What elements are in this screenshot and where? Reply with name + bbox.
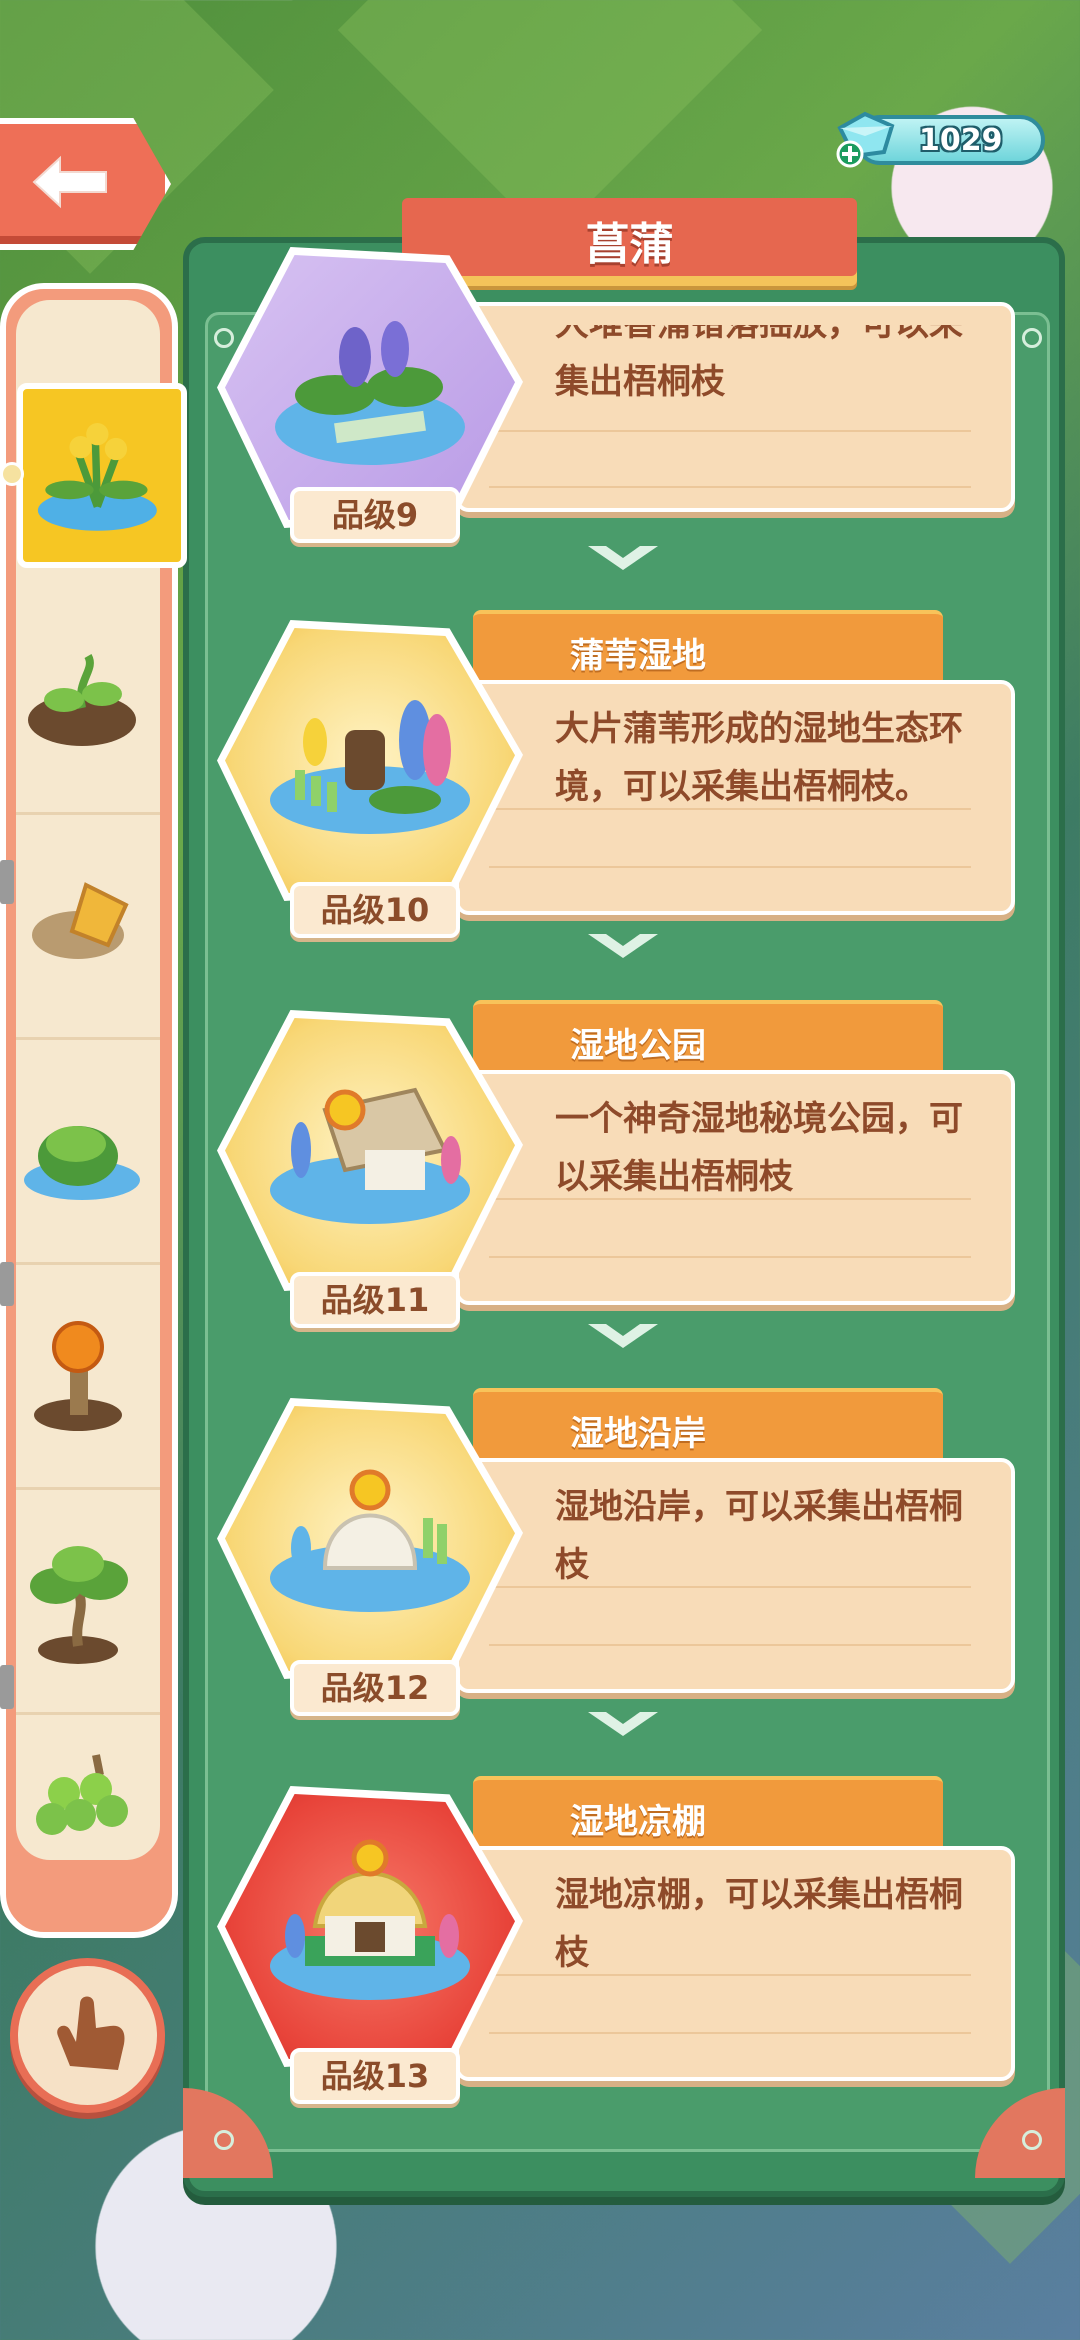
hand-pointer-icon [57, 1996, 125, 2070]
wetland-shore-scene [270, 1469, 470, 1612]
entry-grade: 品级13 [290, 2048, 460, 2104]
fruit-stump-icon [34, 1321, 122, 1431]
sidebar-item-grass-pond[interactable] [16, 1040, 160, 1265]
entry-grade: 品级10 [290, 882, 460, 938]
entry-name: 湿地公园 [570, 1026, 706, 1066]
entry-name: 湿地沿岸 [570, 1414, 706, 1454]
gem-count: 1029 [919, 123, 1003, 158]
entry-name: 蒲苇湿地 [570, 636, 706, 676]
sidebar-notch [0, 1665, 14, 1709]
entry-description: 大片蒲苇形成的湿地生态环境，可以采集出梧桐枝。 [555, 709, 963, 807]
entry-name: 湿地凉棚 [570, 1802, 706, 1842]
sidebar-item-grapes[interactable] [16, 1715, 160, 1860]
entry-name-tab: 湿地公园 [473, 1000, 943, 1078]
gem-icon[interactable] [830, 108, 900, 170]
tap-hint-button[interactable] [10, 1958, 165, 2113]
divider-line [489, 430, 971, 432]
chevron-down-icon [588, 1712, 658, 1736]
grass-pond-icon [24, 1126, 140, 1200]
divider-line [489, 486, 971, 488]
sidebar-notch [0, 1262, 14, 1306]
chevron-down-icon [588, 546, 658, 570]
entry-description: 湿地沿岸，可以采集出梧桐枝 [555, 1487, 963, 1585]
panel-rivet [214, 2130, 234, 2150]
panel-rivet [1022, 328, 1042, 348]
sidebar-item-bonsai-tree[interactable] [16, 1490, 160, 1715]
sidebar-item-leaf-rock[interactable] [16, 815, 160, 1040]
entry-description-text: 大堆香蒲错落摇放，可以采集出梧桐枝 [555, 325, 963, 402]
entry-grade-9[interactable]: 大堆香蒲错落摇放，可以采集出梧桐枝 品级9 [217, 187, 1015, 543]
entry-description: 湿地凉棚，可以采集出梧桐枝 [555, 1875, 963, 1973]
wetland-pavilion-scene [270, 1839, 470, 2000]
entry-grade-10[interactable]: 蒲苇湿地 大片蒲苇形成的湿地生态环境，可以采集出梧桐枝。 品级10 [217, 610, 1015, 955]
divider-line [489, 866, 971, 868]
reed-wetland-scene [270, 700, 470, 834]
back-arrow-icon [32, 155, 107, 209]
divider-line [489, 1644, 971, 1646]
chevron-down-icon [588, 934, 658, 958]
wetland-park-scene [270, 1087, 470, 1224]
cattail-pile-scene [275, 321, 465, 465]
chevron-down-icon [588, 1324, 658, 1348]
bonsai-tree-icon [30, 1546, 128, 1664]
sidebar-item-fruit-stump[interactable] [16, 1265, 160, 1490]
entry-grade-11[interactable]: 湿地公园 一个神奇湿地秘境公园，可以采集出梧桐枝 品级11 [217, 1000, 1015, 1345]
panel-rivet [1022, 2130, 1042, 2150]
entry-description: 大堆香蒲错落摇放，可以采集出梧桐枝 [555, 325, 995, 427]
entry-grade-12[interactable]: 湿地沿岸 湿地沿岸，可以采集出梧桐枝 品级12 [217, 1388, 1015, 1733]
entry-name-tab: 湿地凉棚 [473, 1776, 943, 1854]
leaf-rock-icon [32, 882, 129, 959]
divider-line [489, 2032, 971, 2034]
sprout-icon [28, 654, 136, 746]
grapes-icon [36, 1754, 128, 1835]
reed-plant-icon [37, 422, 157, 531]
sidebar-item-sprout[interactable] [16, 590, 160, 815]
sidebar-item-reed-active[interactable] [17, 383, 187, 568]
entry-name-tab: 湿地沿岸 [473, 1388, 943, 1466]
entry-grade: 品级12 [290, 1660, 460, 1716]
sidebar-notch [0, 860, 14, 904]
entry-name-tab: 蒲苇湿地 [473, 610, 943, 688]
divider-line [489, 1256, 971, 1258]
entry-grade: 品级11 [290, 1272, 460, 1328]
entry-grade-13[interactable]: 湿地凉棚 湿地凉棚，可以采集出梧桐枝 品级13 [217, 1776, 1015, 2121]
active-indicator [0, 462, 24, 486]
entry-description: 一个神奇湿地秘境公园，可以采集出梧桐枝 [555, 1099, 963, 1197]
entry-grade: 品级9 [290, 487, 460, 543]
